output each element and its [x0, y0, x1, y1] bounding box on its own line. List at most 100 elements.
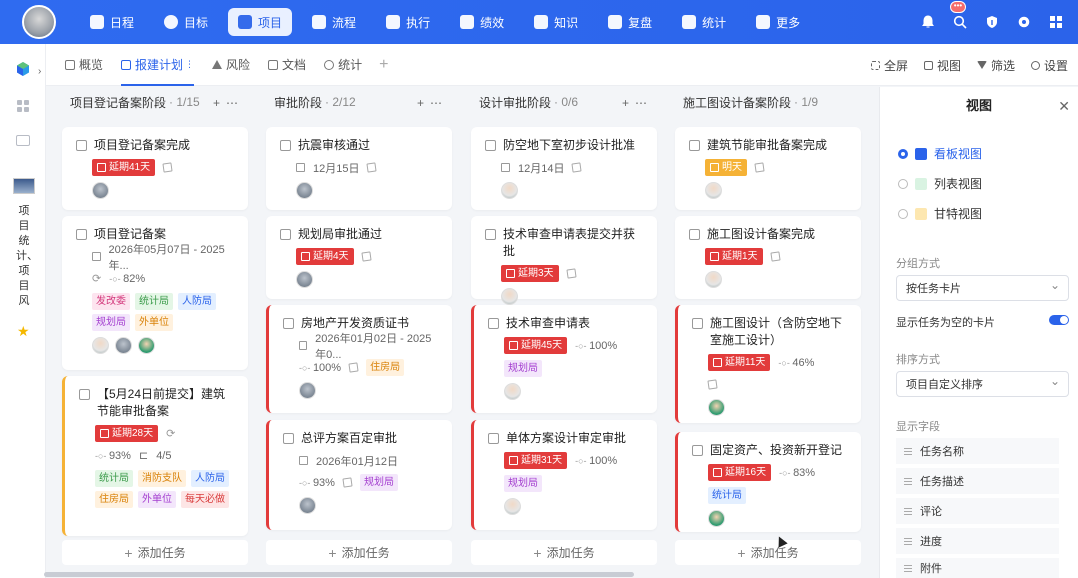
task-title[interactable]: 规划局审批通过	[298, 226, 382, 243]
drag-handle-icon[interactable]	[904, 507, 912, 515]
task-checkbox[interactable]	[485, 229, 496, 240]
view-option-list[interactable]: 列表视图	[898, 175, 982, 192]
task-checkbox[interactable]	[488, 318, 499, 329]
task-title[interactable]: 技术审查申请表提交并获批	[503, 226, 645, 260]
nav-item-performance[interactable]: 绩效	[450, 8, 514, 36]
field-item[interactable]: 任务描述	[896, 468, 1059, 494]
add-tab-icon[interactable]: +	[371, 56, 396, 74]
add-task-button[interactable]: 添加任务	[471, 540, 657, 565]
task-title[interactable]: 施工图设计（含防空地下室施工设计）	[710, 315, 849, 349]
avatar[interactable]	[92, 182, 109, 199]
field-item[interactable]: 附件	[896, 558, 1059, 578]
grid-icon[interactable]	[17, 100, 29, 112]
apps-icon[interactable]	[1048, 14, 1064, 30]
avatar[interactable]	[296, 182, 313, 199]
task-card[interactable]: 抗震审核通过 12月15日	[266, 127, 452, 210]
radio-button[interactable]	[898, 148, 908, 159]
avatar[interactable]	[504, 383, 521, 400]
radio-button[interactable]	[898, 178, 908, 189]
task-title[interactable]: 项目登记备案完成	[94, 137, 190, 154]
avatar[interactable]	[501, 182, 518, 199]
avatar[interactable]	[708, 510, 725, 527]
cube-icon[interactable]	[15, 61, 31, 77]
task-card[interactable]: 建筑节能审批备案完成 明天	[675, 127, 861, 210]
folder-icon[interactable]	[16, 135, 30, 146]
star-icon[interactable]: ★	[17, 323, 30, 340]
edit-icon[interactable]	[565, 268, 577, 279]
view-option-gantt[interactable]: 甘特视图	[898, 205, 982, 222]
task-title[interactable]: 建筑节能审批备案完成	[707, 137, 827, 154]
avatar[interactable]	[299, 382, 316, 399]
add-task-button[interactable]: 添加任务	[266, 540, 452, 565]
bell-icon[interactable]	[920, 14, 936, 30]
tab-risk[interactable]: 风险	[203, 44, 259, 86]
avatar[interactable]	[705, 271, 722, 288]
avatar[interactable]	[115, 337, 132, 354]
task-checkbox[interactable]	[488, 433, 499, 444]
task-title[interactable]: 防空地下室初步设计批准	[503, 137, 635, 154]
task-checkbox[interactable]	[485, 140, 496, 151]
nav-item-more[interactable]: 更多	[746, 8, 810, 36]
avatar[interactable]	[708, 399, 725, 416]
task-checkbox[interactable]	[689, 229, 700, 240]
edit-icon[interactable]	[754, 162, 765, 173]
task-checkbox[interactable]	[280, 229, 291, 240]
task-card[interactable]: 【5月24日前提交】建筑节能审批备案 延期28天 ⟳ 93% ⊏ 4/5 统计局 消防…	[62, 376, 248, 536]
nav-item-project[interactable]: 项目	[228, 8, 293, 36]
expand-arrow-icon[interactable]: ›	[38, 66, 41, 77]
add-task-button[interactable]: 添加任务	[62, 540, 248, 565]
task-title[interactable]: 【5月24日前提交】建筑节能审批备案	[97, 386, 236, 420]
tab-dropdown-icon[interactable]: ⋮	[185, 59, 194, 70]
avatar[interactable]	[138, 337, 155, 354]
project-name[interactable]: 项目统计、项目风	[16, 204, 38, 309]
column-actions-icon[interactable]: +⋯	[417, 96, 448, 110]
nav-item-knowledge[interactable]: 知识	[524, 8, 588, 36]
group-by-select[interactable]: 按任务卡片	[896, 275, 1069, 301]
nav-item-review[interactable]: 复盘	[598, 8, 662, 36]
task-card[interactable]: 防空地下室初步设计批准 12月14日	[471, 127, 657, 210]
column-actions-icon[interactable]: +⋯	[213, 96, 244, 110]
nav-item-statistics[interactable]: 统计	[672, 8, 736, 36]
nav-item-flow[interactable]: 流程	[302, 8, 366, 36]
edit-icon[interactable]	[571, 162, 583, 173]
avatar[interactable]	[299, 497, 316, 514]
project-thumbnail[interactable]	[13, 178, 35, 194]
task-checkbox[interactable]	[76, 229, 87, 240]
task-card[interactable]: 项目登记备案 2026年05月07日 - 2025年... ⟳82% 发改委 统…	[62, 216, 248, 370]
edit-icon[interactable]	[366, 162, 378, 173]
drag-handle-icon[interactable]	[904, 537, 912, 545]
task-card[interactable]: 房地产开发资质证书 2026年01月02日 - 2025年0... 100%住房…	[266, 305, 452, 413]
filter-button[interactable]: 筛选	[976, 57, 1015, 74]
task-title[interactable]: 单体方案设计审定审批	[506, 430, 626, 447]
edit-icon[interactable]	[769, 251, 781, 262]
task-card[interactable]: 总评方案百定审批 2026年01月12日 93% 规划局	[266, 420, 452, 530]
tab-docs[interactable]: 文档	[259, 44, 315, 86]
edit-icon[interactable]	[348, 362, 359, 373]
nav-item-goal[interactable]: 目标	[154, 8, 218, 36]
task-card[interactable]: 技术审查申请表提交并获批 延期3天	[471, 216, 657, 305]
view-button[interactable]: 视图	[923, 57, 961, 74]
task-checkbox[interactable]	[280, 140, 291, 151]
drag-handle-icon[interactable]	[904, 477, 912, 485]
horizontal-scrollbar[interactable]	[44, 572, 634, 577]
task-title[interactable]: 抗震审核通过	[298, 137, 370, 154]
show-empty-toggle[interactable]	[1049, 315, 1069, 325]
settings-button[interactable]: 设置	[1030, 57, 1068, 74]
column-actions-icon[interactable]: +⋯	[622, 96, 653, 110]
edit-icon[interactable]	[162, 162, 173, 173]
task-checkbox[interactable]	[283, 433, 294, 444]
avatar[interactable]	[501, 288, 518, 305]
task-title[interactable]: 技术审查申请表	[506, 315, 590, 332]
nav-item-schedule[interactable]: 日程	[80, 8, 144, 36]
search-icon[interactable]	[952, 14, 968, 30]
task-card[interactable]: 施工图设计备案完成 延期1天	[675, 216, 861, 299]
info-icon[interactable]	[984, 14, 1000, 30]
gear-icon[interactable]	[1016, 14, 1032, 30]
edit-icon[interactable]	[707, 379, 718, 390]
close-icon[interactable]: ✕	[1058, 98, 1070, 115]
task-checkbox[interactable]	[689, 140, 700, 151]
task-card[interactable]: 项目登记备案完成 延期41天	[62, 127, 248, 210]
field-item[interactable]: 评论	[896, 498, 1059, 524]
field-item[interactable]: 进度	[896, 528, 1059, 554]
tab-plan[interactable]: 报建计划 ⋮	[112, 44, 203, 86]
